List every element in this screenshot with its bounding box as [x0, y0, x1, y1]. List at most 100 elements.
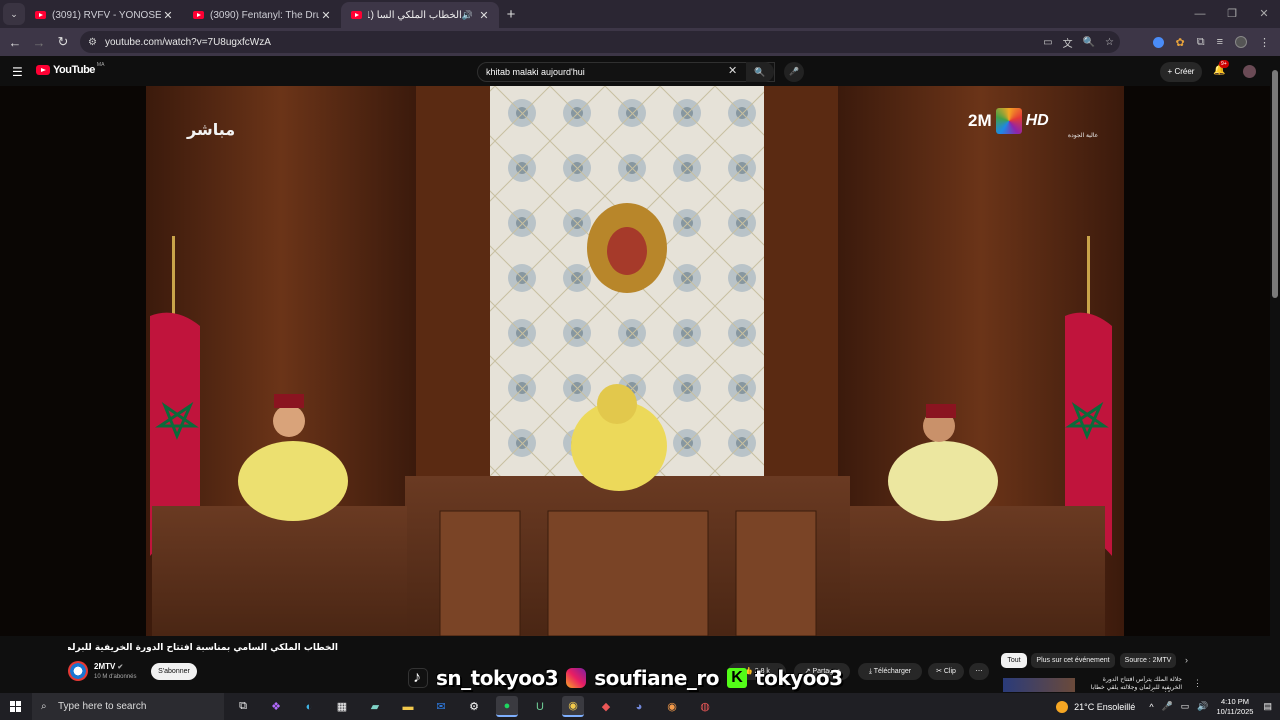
related-more-icon[interactable]: ⋮ — [1193, 678, 1202, 689]
related-video-thumbnail[interactable] — [1003, 678, 1075, 692]
search-button[interactable]: 🔍 — [746, 62, 774, 82]
clock-time: 4:10 PM — [1221, 696, 1249, 706]
video-player[interactable]: مباشر 2M HD عالية الجودة — [0, 86, 1270, 636]
notification-center-icon[interactable]: ▤ — [1263, 701, 1272, 712]
reload-icon[interactable]: ↻ — [51, 34, 75, 50]
store-icon[interactable]: ▦ — [331, 696, 353, 717]
page-scrollbar[interactable] — [1270, 70, 1280, 690]
outlook-icon[interactable]: ✉ — [430, 696, 452, 717]
start-button[interactable] — [0, 693, 30, 720]
weather-text[interactable]: 21°C Ensoleillé — [1074, 702, 1135, 712]
clock-date: 10/11/2025 — [1216, 706, 1254, 716]
back-icon[interactable]: ← — [3, 35, 27, 50]
channel-watermark: 2M HD عالية الجودة — [968, 108, 1098, 139]
tray-chevron-icon[interactable]: ^ — [1149, 702, 1153, 712]
system-tray: 21°C Ensoleillé ^ 🎤 ▭ 🔊 4:10 PM 10/11/20… — [1056, 693, 1280, 720]
voice-search-icon[interactable]: 🎤 — [784, 62, 804, 82]
network-icon[interactable]: ▭ — [1181, 701, 1190, 712]
spotify-icon[interactable]: ● — [496, 696, 518, 717]
related-video-title[interactable]: جلالة الملك يترأس افتتاح الدورة الخريفية… — [1082, 676, 1182, 692]
zoom-icon[interactable]: 🔍 — [1083, 37, 1095, 48]
restore-icon[interactable]: ❐ — [1216, 0, 1248, 28]
social-overlay: sn_tokyoo3 soufiane_ro K tokyoo3 — [408, 663, 843, 693]
scrollbar-thumb[interactable] — [1272, 70, 1278, 298]
channel-name-text[interactable]: 2MTV — [94, 662, 115, 671]
close-icon[interactable]: ✕ — [161, 9, 175, 22]
close-icon[interactable]: ✕ — [319, 9, 333, 22]
taskbar-search-placeholder: Type here to search — [58, 701, 147, 712]
video-title: الخطاب الملكي السامي بمناسبة افتتاح الدو… — [68, 643, 338, 653]
create-button[interactable]: + Créer — [1160, 62, 1202, 82]
chip-source[interactable]: Source : 2MTV — [1120, 653, 1176, 668]
channel-name[interactable]: 2MTV ✔ — [94, 662, 123, 671]
windows-logo-icon — [9, 701, 21, 712]
translate-icon[interactable]: 文 — [1063, 35, 1073, 50]
more-actions-icon[interactable]: ⋯ — [969, 663, 989, 680]
extensions-area: ✿ ⧉ ≡ ⋮ — [1152, 28, 1270, 56]
app-icon[interactable]: ◍ — [694, 696, 716, 717]
app-red-icon[interactable]: ◆ — [595, 696, 617, 717]
chrome-icon[interactable]: ◉ — [562, 696, 584, 717]
app-u-icon[interactable]: U — [529, 696, 551, 717]
file-explorer-icon[interactable]: ▬ — [397, 696, 419, 717]
chevron-right-icon[interactable]: › — [1185, 655, 1188, 665]
chrome-profile-icon[interactable]: ◉ — [661, 696, 683, 717]
download-button[interactable]: ⤓ Télécharger — [858, 663, 922, 680]
subscribe-button[interactable]: S'abonner — [151, 663, 197, 680]
chip-event[interactable]: Plus sur cet événement — [1031, 653, 1115, 668]
url-text[interactable]: youtube.com/watch?v=7U8ugxfcWzA — [105, 37, 271, 48]
weather-sun-icon[interactable] — [1056, 700, 1069, 713]
discord-icon[interactable]: ◕ — [628, 696, 650, 717]
channel-avatar[interactable] — [68, 661, 88, 681]
search-icon: ⌕ — [41, 701, 47, 712]
taskbar-search[interactable]: ⌕ Type here to search — [32, 693, 224, 720]
volume-icon[interactable]: 🔊 — [1197, 701, 1208, 712]
notes-icon[interactable]: ▰ — [364, 696, 386, 717]
microphone-icon[interactable]: 🎤 — [1162, 701, 1173, 712]
chip-all[interactable]: Tout — [1001, 653, 1027, 668]
browser-toolbar: ← → ↻ ⚙ youtube.com/watch?v=7U8ugxfcWzA … — [0, 28, 1280, 56]
watermark-subtitle: عالية الجودة — [1068, 133, 1099, 139]
speaker-icon[interactable]: 🔊 — [462, 10, 473, 21]
copilot-icon[interactable]: ❖ — [265, 696, 287, 717]
account-avatar[interactable] — [1243, 65, 1256, 78]
hamburger-menu-icon[interactable]: ☰ — [12, 65, 23, 79]
browser-tab-3-active[interactable]: الخطاب الملكي السا (3091) 🔊 ✕ — [341, 2, 499, 28]
watermark-hd: HD — [1025, 112, 1049, 129]
youtube-favicon-icon — [193, 11, 204, 19]
kick-handle: tokyoo3 — [755, 666, 843, 690]
profile-avatar-icon[interactable] — [1235, 36, 1247, 48]
notifications-bell-icon[interactable]: 🔔 9+ — [1213, 60, 1229, 76]
tab-strip: ⌄ (3091) RVFV - YONOSÉ (Prod.by ✕ (3090)… — [0, 0, 1280, 28]
new-tab-button[interactable]: + — [499, 6, 523, 23]
bookmark-star-icon[interactable]: ☆ — [1105, 37, 1114, 48]
menu-kebab-icon[interactable]: ⋮ — [1259, 36, 1270, 49]
close-icon[interactable]: ✕ — [477, 9, 491, 22]
youtube-logo[interactable]: YouTube MA — [36, 62, 104, 76]
kick-icon: K — [727, 668, 748, 688]
watermark-2m: 2M — [968, 111, 992, 130]
reading-list-icon[interactable]: ≡ — [1217, 36, 1223, 48]
tiktok-handle: sn_tokyoo3 — [436, 666, 559, 690]
create-label: Créer — [1174, 67, 1195, 76]
clock[interactable]: 4:10 PM 10/11/2025 — [1217, 697, 1254, 717]
clip-button[interactable]: ✂ Clip — [928, 663, 964, 680]
clear-search-icon[interactable]: ✕ — [728, 64, 737, 77]
tab-search-button[interactable]: ⌄ — [3, 3, 25, 25]
task-view-icon[interactable]: ⧉ — [232, 696, 254, 717]
forward-icon[interactable]: → — [27, 35, 51, 50]
youtube-header: ☰ YouTube MA khitab malaki aujourd'hui ✕… — [0, 56, 1280, 86]
extensions-puzzle-icon[interactable]: ⧉ — [1197, 36, 1205, 49]
extension-icon[interactable]: ✿ — [1176, 36, 1185, 49]
address-bar[interactable]: ⚙ youtube.com/watch?v=7U8ugxfcWzA ▭ 文 🔍 … — [80, 31, 1120, 53]
2m-star-icon — [995, 108, 1022, 134]
steam-icon[interactable]: ⚙ — [463, 696, 485, 717]
minimize-icon[interactable]: — — [1184, 0, 1216, 28]
close-window-icon[interactable]: ✕ — [1248, 0, 1280, 28]
extension-icon[interactable] — [1152, 36, 1164, 48]
edge-icon[interactable]: ◐ — [298, 696, 320, 717]
browser-tab-1[interactable]: (3091) RVFV - YONOSÉ (Prod.by ✕ — [25, 2, 183, 28]
site-info-icon[interactable]: ⚙ — [88, 37, 97, 48]
cast-icon[interactable]: ▭ — [1043, 37, 1052, 48]
browser-tab-2[interactable]: (3090) Fentanyl: The Drug's Toll ✕ — [183, 2, 341, 28]
